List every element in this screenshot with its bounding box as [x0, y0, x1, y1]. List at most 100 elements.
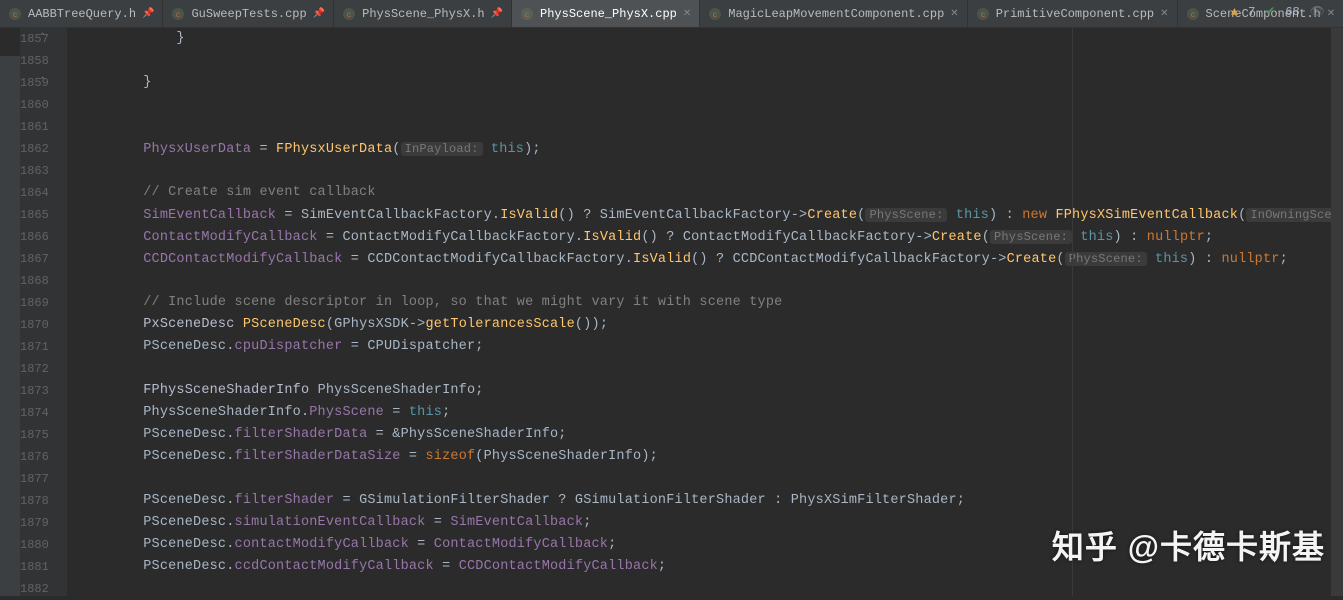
line-number: 1862 [20, 138, 49, 160]
right-margin-line [1072, 28, 1073, 596]
line-number: 1872 [20, 358, 49, 380]
eye-icon: 👁 [1310, 4, 1325, 19]
line-number: 1882 [20, 578, 49, 600]
close-icon[interactable]: ✕ [683, 8, 691, 20]
tab-label: MagicLeapMovementComponent.cpp [728, 7, 944, 21]
svg-text:c: c [980, 11, 985, 20]
line-number: 1877 [20, 468, 49, 490]
cpp-file-icon: c [1186, 7, 1200, 21]
warning-count: 7 [1248, 5, 1255, 19]
line-number: 1881 [20, 556, 49, 578]
code-line[interactable]: PSceneDesc.simulationEventCallback = Sim… [77, 512, 1343, 534]
cpp-file-icon: c [342, 7, 356, 21]
close-icon[interactable]: ✕ [1160, 8, 1168, 20]
code-area[interactable]: } } PhysxUserData = FPhysxUserData(InPay… [67, 28, 1343, 596]
code-line[interactable] [77, 50, 1343, 72]
code-line[interactable]: // Include scene descriptor in loop, so … [77, 292, 1343, 314]
line-number: 1874 [20, 402, 49, 424]
tab-label: GuSweepTests.cpp [191, 7, 306, 21]
line-number: 1867 [20, 248, 49, 270]
tab-GuSweepTests-cpp[interactable]: c GuSweepTests.cpp 📌 [163, 0, 334, 27]
code-line[interactable]: CCDContactModifyCallback = CCDContactMod… [77, 248, 1343, 270]
svg-text:c: c [525, 11, 530, 20]
code-line[interactable]: // Create sim event callback [77, 182, 1343, 204]
tab-label: PrimitiveComponent.cpp [996, 7, 1154, 21]
code-line[interactable]: } [77, 28, 1343, 50]
code-line[interactable] [77, 468, 1343, 490]
line-number: 1876 [20, 446, 49, 468]
cpp-file-icon: c [8, 7, 22, 21]
line-number: 1858 [20, 50, 49, 72]
code-line[interactable]: PSceneDesc.ccdContactModifyCallback = CC… [77, 556, 1343, 578]
tab-PhysScene-PhysX-cpp[interactable]: c PhysScene_PhysX.cpp ✕ [512, 0, 700, 27]
line-number: 1871 [20, 336, 49, 358]
line-number: 1865 [20, 204, 49, 226]
close-icon[interactable]: ✕ [950, 8, 958, 20]
line-number: 1863 [20, 160, 49, 182]
code-line[interactable] [77, 358, 1343, 380]
code-line[interactable]: PSceneDesc.contactModifyCallback = Conta… [77, 534, 1343, 556]
editor-tabs: c AABBTreeQuery.h 📌 c GuSweepTests.cpp 📌 c Phys… [0, 0, 1343, 28]
svg-text:c: c [13, 11, 18, 20]
line-number: 1870 [20, 314, 49, 336]
pass-count: 68 [1285, 5, 1299, 19]
line-number-gutter: 1857⌃18581859⌃18601861186218631864186518… [20, 28, 67, 596]
line-number: 1879 [20, 512, 49, 534]
fold-icon[interactable]: ⌃ [38, 28, 46, 50]
tab-MagicLeapMovementComponent-cpp[interactable]: c MagicLeapMovementComponent.cpp ✕ [700, 0, 967, 27]
cpp-file-icon: c [171, 7, 185, 21]
line-number: 1857⌃ [20, 28, 49, 50]
code-line[interactable] [77, 116, 1343, 138]
code-line[interactable]: PhysxUserData = FPhysxUserData(InPayload… [77, 138, 1343, 160]
tab-AABBTreeQuery-h[interactable]: c AABBTreeQuery.h 📌 [0, 0, 163, 27]
code-line[interactable] [77, 94, 1343, 116]
svg-text:c: c [176, 11, 181, 20]
line-number: 1860 [20, 94, 49, 116]
line-number: 1861 [20, 116, 49, 138]
code-line[interactable]: } [77, 72, 1343, 94]
editor-area: 1857⌃18581859⌃18601861186218631864186518… [0, 28, 1343, 596]
scrollbar-track[interactable] [1331, 28, 1343, 596]
fold-icon[interactable]: ⌃ [38, 72, 46, 94]
check-icon: ✔ [1265, 4, 1275, 19]
line-number: 1869 [20, 292, 49, 314]
line-number: 1880 [20, 534, 49, 556]
pin-icon[interactable]: 📌 [142, 8, 154, 20]
tab-label: PhysScene_PhysX.h [362, 7, 484, 21]
code-line[interactable] [77, 160, 1343, 182]
code-line[interactable] [77, 578, 1343, 600]
code-line[interactable]: FPhysSceneShaderInfo PhysSceneShaderInfo… [77, 380, 1343, 402]
svg-text:c: c [1190, 11, 1195, 20]
tab-label: PhysScene_PhysX.cpp [540, 7, 677, 21]
svg-text:c: c [347, 11, 352, 20]
line-number: 1873 [20, 380, 49, 402]
pin-icon[interactable]: 📌 [313, 8, 325, 20]
line-number: 1859⌃ [20, 72, 49, 94]
code-line[interactable]: SimEventCallback = SimEventCallbackFacto… [77, 204, 1343, 226]
code-line[interactable]: PxSceneDesc PSceneDesc(GPhysXSDK->getTol… [77, 314, 1343, 336]
line-number: 1866 [20, 226, 49, 248]
close-icon[interactable]: ✕ [1327, 8, 1335, 20]
line-number: 1864 [20, 182, 49, 204]
cpp-file-icon: c [976, 7, 990, 21]
code-line[interactable]: PhysSceneShaderInfo.PhysScene = this; [77, 402, 1343, 424]
code-line[interactable] [77, 270, 1343, 292]
tab-PhysScene-PhysX-h[interactable]: c PhysScene_PhysX.h 📌 [334, 0, 512, 27]
line-number: 1878 [20, 490, 49, 512]
code-line[interactable]: PSceneDesc.cpuDispatcher = CPUDispatcher… [77, 336, 1343, 358]
tab-PrimitiveComponent-cpp[interactable]: c PrimitiveComponent.cpp ✕ [968, 0, 1178, 27]
cpp-file-icon: c [520, 7, 534, 21]
line-number: 1875 [20, 424, 49, 446]
code-line[interactable]: PSceneDesc.filterShaderDataSize = sizeof… [77, 446, 1343, 468]
inspection-widget[interactable]: ▲ 7 ✔ 68 👁 [1231, 4, 1325, 19]
code-line[interactable]: PSceneDesc.filterShader = GSimulationFil… [77, 490, 1343, 512]
left-gutter-bar [0, 56, 20, 596]
code-line[interactable]: ContactModifyCallback = ContactModifyCal… [77, 226, 1343, 248]
pin-icon[interactable]: 📌 [491, 8, 503, 20]
svg-text:c: c [713, 11, 718, 20]
code-line[interactable]: PSceneDesc.filterShaderData = &PhysScene… [77, 424, 1343, 446]
line-number: 1868 [20, 270, 49, 292]
cpp-file-icon: c [708, 7, 722, 21]
tab-label: AABBTreeQuery.h [28, 7, 136, 21]
warning-icon: ▲ [1231, 5, 1238, 19]
